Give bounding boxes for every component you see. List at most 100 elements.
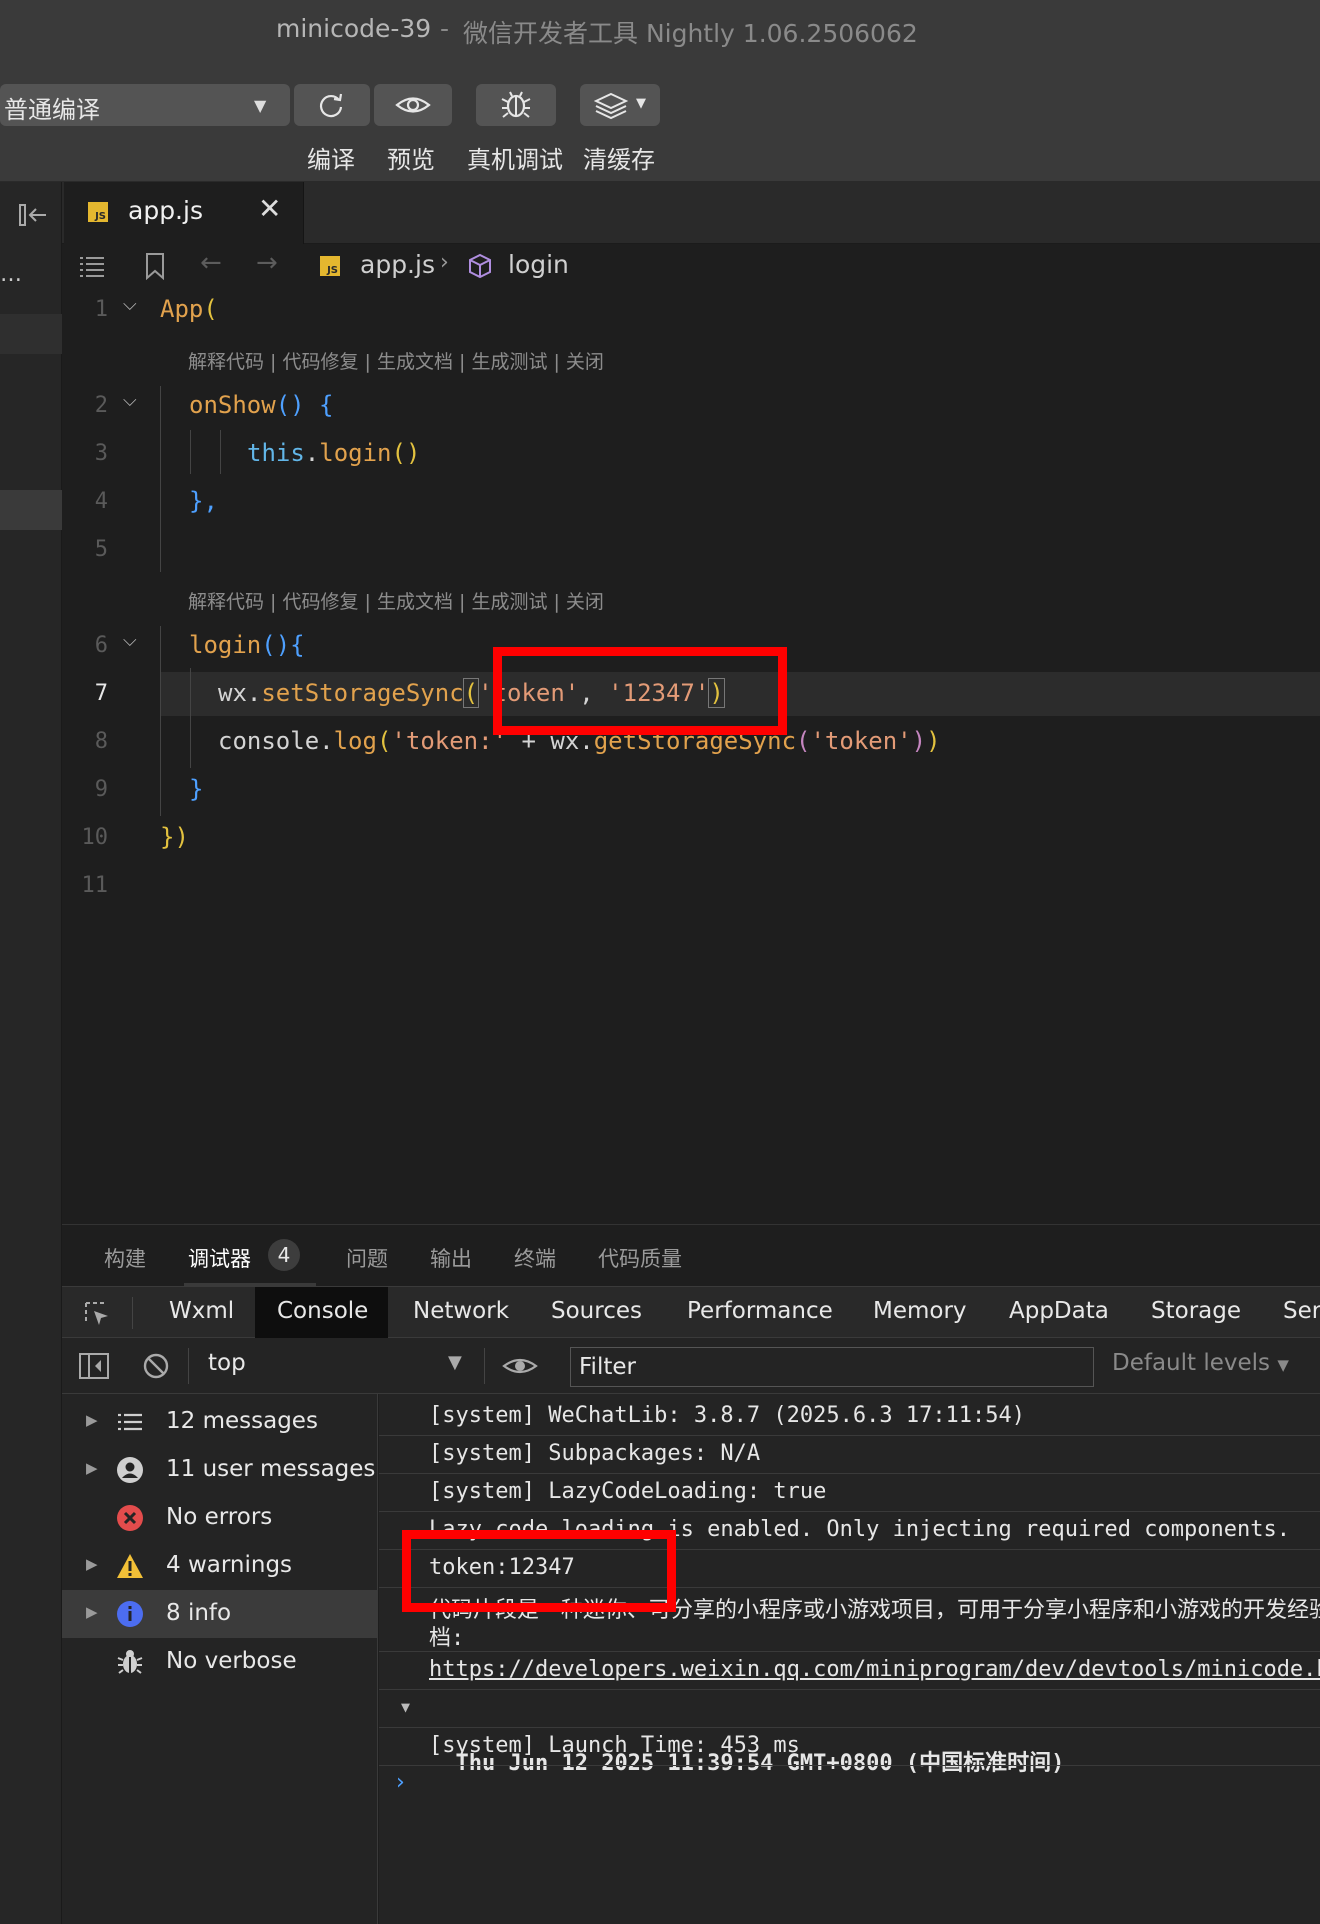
sidebar-item-label: 4 warnings	[166, 1552, 293, 1578]
line-number: 6	[94, 633, 108, 658]
tab-more[interactable]: Ser	[1283, 1298, 1320, 1324]
console-message: [system] Launch Time: 453 ms	[379, 1728, 1320, 1766]
console-link-text[interactable]: https://developers.weixin.qq.com/minipro…	[429, 1657, 1320, 1682]
line-number: 8	[94, 729, 108, 754]
line-number: 4	[94, 489, 108, 514]
code-line-3: this.login()	[247, 439, 421, 467]
tab-performance[interactable]: Performance	[687, 1298, 833, 1324]
js-file-icon: JS	[88, 202, 108, 222]
bottom-panel-tabs: 构建 调试器 4 问题 输出 终端 代码质量	[62, 1224, 1320, 1287]
sidebar-item-verbose[interactable]: No verbose	[62, 1638, 378, 1686]
devtools-tab-bar: Wxml Console Network Sources Performance…	[62, 1286, 1320, 1339]
sidebar-item-user-messages[interactable]: ▶ 11 user messages	[62, 1446, 378, 1494]
console-link[interactable]: https://developers.weixin.qq.com/minipro…	[379, 1652, 1320, 1690]
breadcrumb-symbol[interactable]: login	[508, 250, 569, 279]
console-group[interactable]: ▼ Thu Jun 12 2025 11:39:54 GMT+0800 (中国标…	[379, 1690, 1320, 1776]
tab-problems[interactable]: 问题	[346, 1243, 388, 1273]
preview-button[interactable]	[374, 84, 452, 126]
context-select-label[interactable]: top	[208, 1350, 246, 1376]
line-number: 5	[94, 537, 108, 562]
codelens-actions[interactable]: 解释代码 | 代码修复 | 生成文档 | 生成测试 | 关闭	[188, 347, 604, 374]
log-levels-label: Default levels	[1112, 1350, 1271, 1376]
toggle-sidebar-icon[interactable]	[78, 1352, 110, 1380]
bookmark-icon[interactable]	[144, 252, 166, 280]
forward-arrow-icon[interactable]: →	[256, 248, 278, 278]
bug-icon	[501, 91, 531, 118]
eye-icon	[395, 97, 431, 113]
collapse-sidebar-icon[interactable]	[18, 202, 48, 228]
tab-network[interactable]: Network	[413, 1298, 509, 1324]
chevron-down-icon: ▼	[1277, 1356, 1289, 1374]
sidebar-item-label: No errors	[166, 1504, 273, 1530]
console-message: [system] Subpackages: N/A	[379, 1436, 1320, 1474]
window-title-project: minicode-39	[276, 14, 432, 43]
clear-console-icon[interactable]	[142, 1352, 170, 1380]
sidebar-item-warnings[interactable]: ▶ 4 warnings	[62, 1542, 378, 1590]
expand-arrow-icon[interactable]: ▶	[86, 1603, 98, 1621]
layers-icon	[594, 92, 628, 120]
indent-guide	[190, 430, 191, 474]
code-line-1: App(	[160, 295, 218, 323]
tab-code-quality[interactable]: 代码质量	[598, 1243, 682, 1273]
js-file-icon: JS	[320, 256, 340, 276]
codelens-actions[interactable]: 解释代码 | 代码修复 | 生成文档 | 生成测试 | 关闭	[188, 587, 604, 614]
code-editor[interactable]	[62, 288, 1320, 1224]
sidebar-item-info-selected[interactable]: ▶ 8 info	[62, 1590, 378, 1638]
tab-memory[interactable]: Memory	[873, 1298, 967, 1324]
fold-chevron-icon[interactable]: ⌵	[123, 630, 137, 651]
expand-arrow-icon[interactable]: ▶	[86, 1555, 98, 1573]
preview-label: 预览	[387, 146, 435, 174]
expand-arrow-icon[interactable]: ▼	[401, 1698, 410, 1716]
console-prompt-chevron-icon[interactable]: ›	[396, 1770, 405, 1795]
line-number: 2	[94, 393, 108, 418]
sidebar-item-messages[interactable]: ▶ 12 messages	[62, 1398, 378, 1446]
line-number-current: 7	[94, 681, 108, 706]
explorer-row[interactable]	[0, 314, 62, 354]
tab-output[interactable]: 输出	[430, 1243, 472, 1273]
sidebar-item-label: 11 user messages	[166, 1456, 376, 1482]
tab-appdata[interactable]: AppData	[1009, 1298, 1109, 1324]
compile-button[interactable]	[294, 84, 370, 126]
breadcrumb-file[interactable]: app.js	[360, 250, 435, 279]
compile-mode-select[interactable]: 普通编译 ▼	[0, 84, 290, 126]
tab-terminal[interactable]: 终端	[514, 1243, 556, 1273]
filter-placeholder: Filter	[579, 1354, 636, 1380]
expand-arrow-icon[interactable]: ▶	[86, 1411, 98, 1429]
inspect-element-icon[interactable]	[82, 1299, 112, 1329]
outline-list-icon[interactable]	[78, 254, 106, 278]
back-arrow-icon[interactable]: ←	[200, 248, 222, 278]
line-number: 1	[94, 297, 108, 322]
tab-sources[interactable]: Sources	[551, 1298, 642, 1324]
log-levels-select[interactable]: Default levels ▼	[1112, 1350, 1289, 1376]
code-line-6: login(){	[189, 631, 305, 659]
tab-build[interactable]: 构建	[104, 1243, 146, 1273]
chevron-down-icon[interactable]: ▼	[448, 1352, 462, 1373]
clear-cache-button[interactable]: ▼	[580, 84, 660, 126]
clear-cache-label: 清缓存	[583, 146, 655, 174]
compile-mode-label: 普通编译	[4, 96, 100, 124]
list-icon	[118, 1413, 142, 1431]
tab-storage[interactable]: Storage	[1151, 1298, 1241, 1324]
warning-icon	[117, 1554, 143, 1578]
tab-app-js[interactable]: JS app.js ✕	[64, 182, 304, 244]
sidebar-item-label: 8 info	[166, 1600, 232, 1626]
indent-guide	[220, 430, 221, 474]
eye-icon[interactable]	[502, 1354, 538, 1378]
fold-chevron-icon[interactable]: ⌵	[123, 390, 137, 411]
console-message: [system] WeChatLib: 3.8.7 (2025.6.3 17:1…	[379, 1398, 1320, 1436]
highlight-box	[493, 647, 787, 735]
close-icon[interactable]: ✕	[258, 192, 281, 225]
window-title-separator: -	[440, 14, 450, 43]
tab-wxml[interactable]: Wxml	[169, 1298, 234, 1324]
highlight-box	[402, 1530, 676, 1612]
window-title-app: 微信开发者工具 Nightly 1.06.2506062	[463, 19, 918, 48]
sidebar-item-errors[interactable]: No errors	[62, 1494, 378, 1542]
tab-console[interactable]: Console	[277, 1298, 368, 1324]
remote-debug-button[interactable]	[476, 84, 556, 126]
debugger-count-badge: 4	[268, 1239, 300, 1271]
explorer-row-selected[interactable]	[0, 490, 62, 530]
tab-debugger[interactable]: 调试器	[188, 1243, 251, 1273]
expand-arrow-icon[interactable]: ▶	[86, 1459, 98, 1477]
filter-input[interactable]: Filter	[570, 1347, 1094, 1387]
fold-chevron-icon[interactable]: ⌵	[123, 294, 137, 315]
